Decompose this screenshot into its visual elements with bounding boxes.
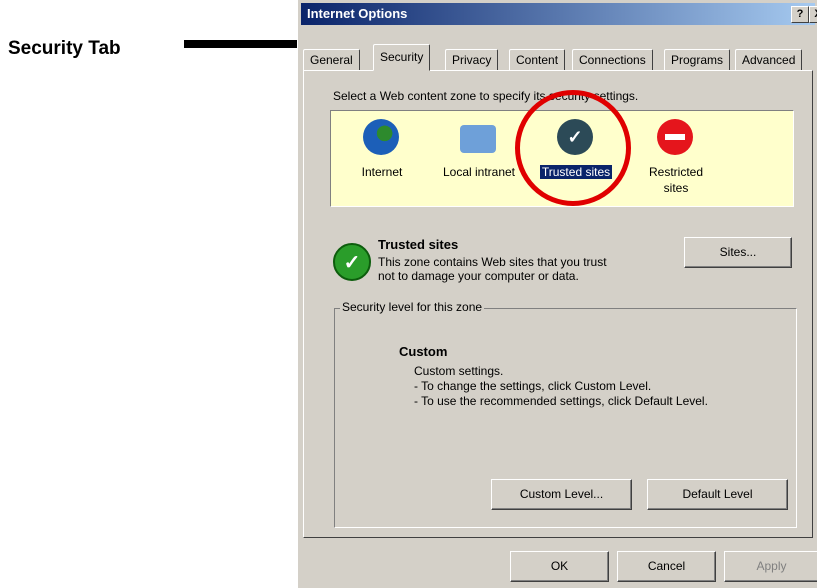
tab-privacy[interactable]: Privacy [445, 49, 499, 71]
help-button[interactable]: ? [791, 6, 809, 23]
tab-content[interactable]: Content [509, 49, 566, 71]
zone-description: Trusted sites This zone contains Web sit… [378, 237, 628, 284]
default-level-button[interactable]: Default Level [647, 479, 788, 510]
zone-local-intranet[interactable]: Local intranet [434, 115, 524, 199]
tab-programs[interactable]: Programs [664, 49, 731, 71]
zone-label: Internet [361, 165, 403, 179]
selected-zone-title: Trusted sites [378, 237, 459, 252]
close-button[interactable]: X [809, 6, 817, 23]
selected-zone-text: This zone contains Web sites that you tr… [378, 255, 607, 283]
tab-connections[interactable]: Connections [572, 49, 653, 71]
highlight-circle [515, 90, 631, 206]
window-title: Internet Options [307, 6, 408, 21]
title-bar: Internet Options ? X [301, 3, 817, 25]
tab-advanced[interactable]: Advanced [735, 49, 803, 71]
globe-icon [363, 119, 399, 155]
security-level-description: Custom settings. - To change the setting… [414, 364, 708, 408]
annotation-label: Security Tab [8, 38, 121, 59]
custom-level-button[interactable]: Custom Level... [491, 479, 632, 510]
sites-button[interactable]: Sites... [684, 237, 792, 268]
ok-button[interactable]: OK [510, 551, 609, 582]
zone-label: Local intranet [442, 165, 516, 179]
tab-security[interactable]: Security [373, 44, 431, 71]
zone-label: Restricted sites [648, 165, 704, 195]
tab-strip: General Security Privacy Content Connect… [303, 44, 817, 71]
apply-button[interactable]: Apply [724, 551, 817, 582]
zone-internet[interactable]: Internet [337, 115, 427, 199]
cancel-button[interactable]: Cancel [617, 551, 716, 582]
tab-general[interactable]: General [303, 49, 360, 71]
restricted-icon [657, 119, 693, 155]
security-level-name: Custom [399, 344, 448, 359]
security-level-label: Security level for this zone [340, 300, 485, 314]
monitor-icon [460, 125, 496, 153]
zone-restricted-sites[interactable]: Restricted sites [631, 115, 721, 199]
trusted-check-icon: ✓ [333, 243, 371, 281]
